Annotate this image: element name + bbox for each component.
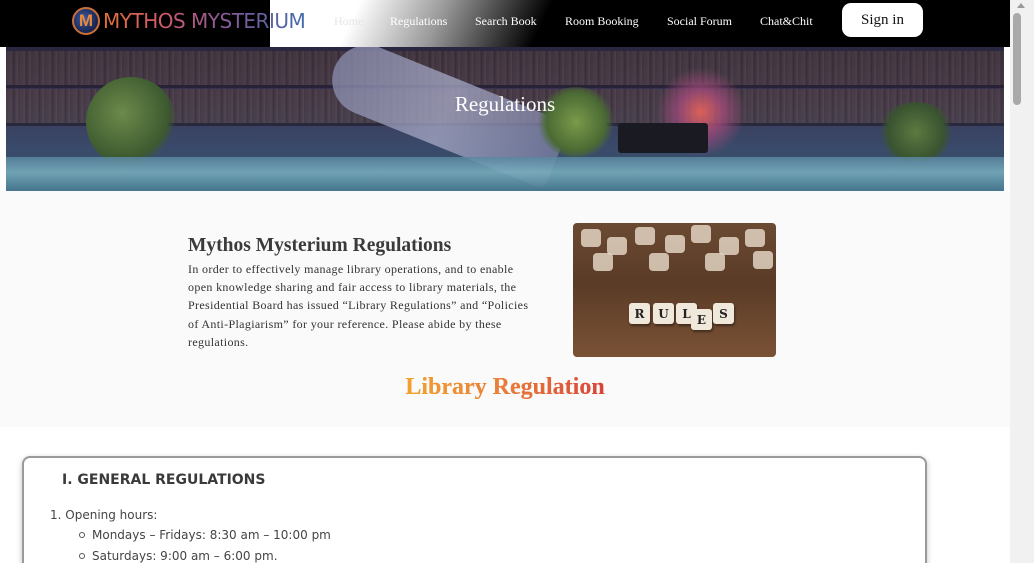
library-regulation-title-text: Library Regulation (405, 374, 605, 400)
blurred-die (593, 253, 613, 271)
nav-item-regulations[interactable]: Regulations (390, 14, 447, 29)
blurred-die (753, 251, 773, 269)
water-decoration (6, 157, 1004, 191)
die-letter-e: E (691, 309, 712, 330)
intro-line: of Anti-Plagiarism” for your reference. … (188, 316, 502, 331)
bookshelf-decoration (6, 51, 1004, 85)
nav-item-home[interactable]: Home (334, 14, 363, 29)
list-item-weekday-hours: Mondays – Fridays: 8:30 am – 10:00 pm (92, 528, 331, 542)
die-letter-u: U (653, 303, 674, 324)
blurred-die (745, 229, 765, 247)
page-scrollbar[interactable] (1010, 0, 1034, 563)
navbar: M MYTHOS MYSTERIUM Home Regulations Sear… (0, 0, 1010, 47)
blurred-die (691, 225, 711, 243)
intro-line: open knowledge sharing and fair access t… (188, 280, 517, 295)
intro-line: In order to effectively manage library o… (188, 262, 514, 276)
nav-item-search-book[interactable]: Search Book (475, 14, 537, 29)
intro-title: Mythos Mysterium Regulations (188, 235, 452, 256)
banner-title: Regulations (454, 92, 556, 116)
die-letter-s: S (713, 303, 734, 324)
brand-name: MYTHOS MYSTERIUM (103, 9, 306, 33)
nav-item-social-forum[interactable]: Social Forum (667, 14, 732, 29)
blurred-die (665, 235, 685, 253)
blurred-die (649, 253, 669, 271)
blurred-die (635, 227, 655, 245)
intro-paragraph: In order to effectively manage library o… (188, 260, 550, 351)
general-regulations-card: I. GENERAL REGULATIONS 1. Opening hours:… (22, 456, 927, 563)
tree-decoration (86, 77, 176, 167)
sign-in-button[interactable]: Sign in (842, 3, 923, 37)
library-regulation-title: Library Regulation (0, 374, 1010, 401)
intro-line: Presidential Board has issued “Library R… (188, 298, 529, 313)
nav-item-chat-chit[interactable]: Chat&Chit (760, 14, 813, 29)
circle-bullet-icon (79, 532, 85, 538)
hero-banner: Regulations (6, 47, 1004, 191)
nav-item-room-booking[interactable]: Room Booking (565, 14, 639, 29)
circle-bullet-icon (79, 553, 85, 559)
list-item-opening-hours: 1. Opening hours: (50, 508, 158, 522)
rules-dice-image: R U L E S (573, 223, 776, 357)
scroll-up-arrow-icon[interactable] (1017, 3, 1025, 8)
brand-logo[interactable]: M MYTHOS MYSTERIUM (72, 7, 306, 35)
card-heading: I. GENERAL REGULATIONS (62, 472, 266, 488)
blurred-die (581, 229, 601, 247)
logo-emblem-icon: M (72, 7, 100, 35)
piano-decoration (618, 123, 708, 153)
intro-line: regulations. (188, 334, 249, 349)
scrollbar-thumb[interactable] (1013, 13, 1021, 105)
list-item-saturday-hours: Saturdays: 9:00 am – 6:00 pm. (92, 549, 278, 563)
die-letter-r: R (629, 303, 650, 324)
blurred-die (705, 253, 725, 271)
